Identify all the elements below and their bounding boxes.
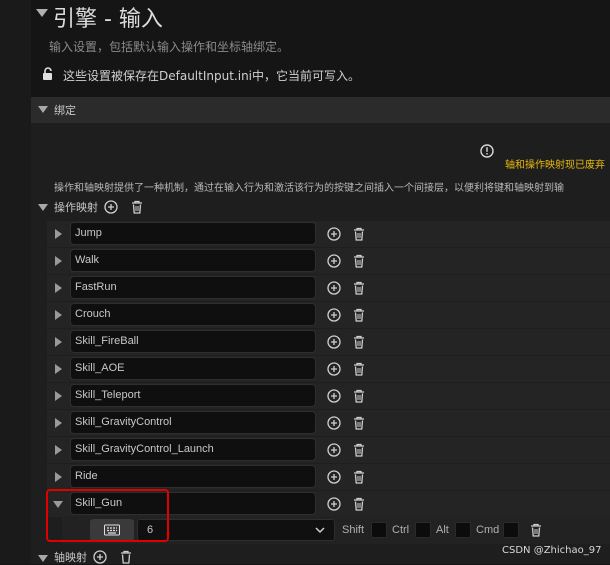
add-key-icon[interactable] bbox=[327, 362, 341, 376]
action-name-input[interactable]: Ride bbox=[70, 465, 316, 488]
bindings-section-header[interactable] bbox=[31, 97, 610, 123]
axis-mappings-collapse-icon[interactable] bbox=[38, 555, 48, 562]
action-mapping-row: Skill_GravityControl bbox=[47, 410, 610, 436]
add-key-icon[interactable] bbox=[327, 389, 341, 403]
delete-mapping-trash-icon[interactable] bbox=[353, 335, 365, 349]
expand-arrow-right-icon[interactable] bbox=[55, 445, 62, 455]
clear-axis-mappings-trash-icon[interactable] bbox=[120, 550, 132, 564]
action-mapping-row: Jump bbox=[47, 221, 610, 247]
left-panel-edge bbox=[0, 0, 31, 564]
action-mappings-label: 操作映射 bbox=[54, 201, 98, 214]
ctrl-label: Ctrl bbox=[392, 524, 410, 536]
alt-label: Alt bbox=[436, 524, 449, 536]
action-name-input[interactable]: Skill_AOE bbox=[70, 357, 316, 380]
action-mapping-row: Walk bbox=[47, 248, 610, 274]
expand-arrow-right-icon[interactable] bbox=[55, 472, 62, 482]
expand-arrow-right-icon[interactable] bbox=[55, 337, 62, 347]
expand-arrow-right-icon[interactable] bbox=[55, 391, 62, 401]
add-key-icon[interactable] bbox=[327, 416, 341, 430]
expand-arrow-right-icon[interactable] bbox=[55, 256, 62, 266]
add-key-icon[interactable] bbox=[327, 470, 341, 484]
action-mapping-row: Ride bbox=[47, 464, 610, 490]
expand-arrow-right-icon[interactable] bbox=[55, 418, 62, 428]
delete-mapping-trash-icon[interactable] bbox=[353, 416, 365, 430]
add-key-icon[interactable] bbox=[327, 254, 341, 268]
add-key-icon[interactable] bbox=[327, 335, 341, 349]
add-key-icon[interactable] bbox=[327, 308, 341, 322]
cmd-checkbox[interactable] bbox=[503, 522, 519, 538]
bindings-description: 操作和轴映射提供了一种机制，通过在输入行为和激活该行为的按键之间插入一个间接层，… bbox=[54, 183, 564, 194]
axis-mappings-label: 轴映射 bbox=[54, 551, 87, 564]
delete-mapping-trash-icon[interactable] bbox=[353, 362, 365, 376]
action-mapping-row: FastRun bbox=[47, 275, 610, 301]
page-title: 引擎 - 输入 bbox=[53, 7, 163, 32]
delete-mapping-trash-icon[interactable] bbox=[353, 308, 365, 322]
add-key-icon[interactable] bbox=[327, 281, 341, 295]
action-mappings-collapse-icon[interactable] bbox=[38, 204, 48, 211]
highlight-annotation bbox=[46, 489, 169, 542]
delete-mapping-trash-icon[interactable] bbox=[353, 497, 365, 511]
action-mapping-row: Skill_FireBall bbox=[47, 329, 610, 355]
remove-key-trash-icon[interactable] bbox=[530, 523, 542, 537]
add-key-icon[interactable] bbox=[327, 497, 341, 511]
action-mapping-row: Skill_Teleport bbox=[47, 383, 610, 409]
chevron-down-icon bbox=[315, 527, 325, 534]
action-mapping-row: Crouch bbox=[47, 302, 610, 328]
section-collapse-icon[interactable] bbox=[38, 106, 48, 113]
delete-mapping-trash-icon[interactable] bbox=[353, 227, 365, 241]
expand-arrow-right-icon[interactable] bbox=[55, 310, 62, 320]
delete-mapping-trash-icon[interactable] bbox=[353, 470, 365, 484]
action-name-input[interactable]: Jump bbox=[70, 222, 316, 245]
action-name-input[interactable]: Skill_FireBall bbox=[70, 330, 316, 353]
action-name-input[interactable]: FastRun bbox=[70, 276, 316, 299]
clear-action-mappings-trash-icon[interactable] bbox=[131, 200, 143, 214]
add-key-icon[interactable] bbox=[327, 227, 341, 241]
delete-mapping-trash-icon[interactable] bbox=[353, 389, 365, 403]
expand-arrow-right-icon[interactable] bbox=[55, 364, 62, 374]
add-key-icon[interactable] bbox=[327, 443, 341, 457]
cmd-label: Cmd bbox=[476, 524, 500, 536]
action-name-input[interactable]: Skill_Teleport bbox=[70, 384, 316, 407]
expand-arrow-right-icon[interactable] bbox=[55, 283, 62, 293]
action-name-input[interactable]: Crouch bbox=[70, 303, 316, 326]
alt-checkbox[interactable] bbox=[455, 522, 471, 538]
action-name-input[interactable]: Skill_GravityControl bbox=[70, 411, 316, 434]
delete-mapping-trash-icon[interactable] bbox=[353, 443, 365, 457]
add-axis-mapping-icon[interactable] bbox=[93, 550, 107, 564]
config-file-status: 这些设置被保存在DefaultInput.ini中，它当前可写入。 bbox=[63, 69, 361, 83]
shift-checkbox[interactable] bbox=[371, 522, 387, 538]
page-subtitle: 输入设置，包括默认输入操作和坐标轴绑定。 bbox=[49, 40, 290, 54]
add-action-mapping-icon[interactable] bbox=[104, 200, 118, 214]
warning-icon bbox=[480, 144, 494, 158]
action-name-input[interactable]: Walk bbox=[70, 249, 316, 272]
delete-mapping-trash-icon[interactable] bbox=[353, 254, 365, 268]
delete-mapping-trash-icon[interactable] bbox=[353, 281, 365, 295]
action-name-input[interactable]: Skill_GravityControl_Launch bbox=[70, 438, 316, 461]
watermark: CSDN @Zhichao_97 bbox=[502, 545, 602, 556]
expand-arrow-right-icon[interactable] bbox=[55, 229, 62, 239]
ctrl-checkbox[interactable] bbox=[415, 522, 431, 538]
deprecation-warning: 轴和操作映射现已废弃 bbox=[505, 160, 605, 171]
collapse-arrow-icon[interactable] bbox=[36, 9, 48, 17]
bindings-section-label: 绑定 bbox=[54, 104, 76, 117]
lock-icon bbox=[43, 67, 52, 80]
shift-label: Shift bbox=[342, 524, 365, 536]
action-mapping-row: Skill_GravityControl_Launch bbox=[47, 437, 610, 463]
action-mapping-row: Skill_AOE bbox=[47, 356, 610, 382]
